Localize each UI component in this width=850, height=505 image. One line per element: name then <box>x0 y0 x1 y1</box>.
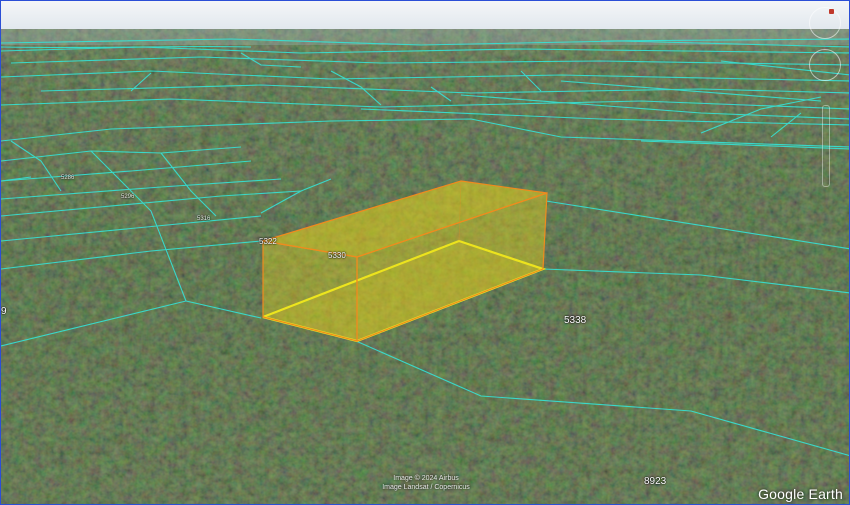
navigation-controls[interactable] <box>805 5 845 187</box>
horizon-haze <box>1 29 849 45</box>
parcel-label-5286: 5286 <box>61 175 75 181</box>
map-viewport[interactable]: 5322 5330 5338 5316 5296 5286 8923 9 Ima… <box>0 0 850 505</box>
attribution-line-1: Image © 2024 Airbus <box>393 475 459 482</box>
parcel-label-5316: 5316 <box>197 216 211 222</box>
move-control-icon[interactable] <box>809 49 841 81</box>
google-earth-logo: Google Earth <box>758 486 843 502</box>
compass-north-icon[interactable] <box>829 9 834 14</box>
imagery-attribution: Image © 2024 Airbus Image Landsat / Cope… <box>1 474 849 492</box>
look-control-icon[interactable] <box>809 7 841 39</box>
parcel-label-edge: 9 <box>1 306 7 317</box>
parcel-label-5296: 5296 <box>121 194 135 200</box>
parcel-label-5322: 5322 <box>259 237 277 246</box>
earth-scene[interactable] <box>1 1 850 505</box>
attribution-line-2: Image Landsat / Copernicus <box>382 484 470 491</box>
sky <box>1 1 849 33</box>
parcel-label-5338: 5338 <box>564 315 587 326</box>
zoom-slider[interactable] <box>822 105 830 187</box>
parcel-label-5330: 5330 <box>328 251 346 260</box>
